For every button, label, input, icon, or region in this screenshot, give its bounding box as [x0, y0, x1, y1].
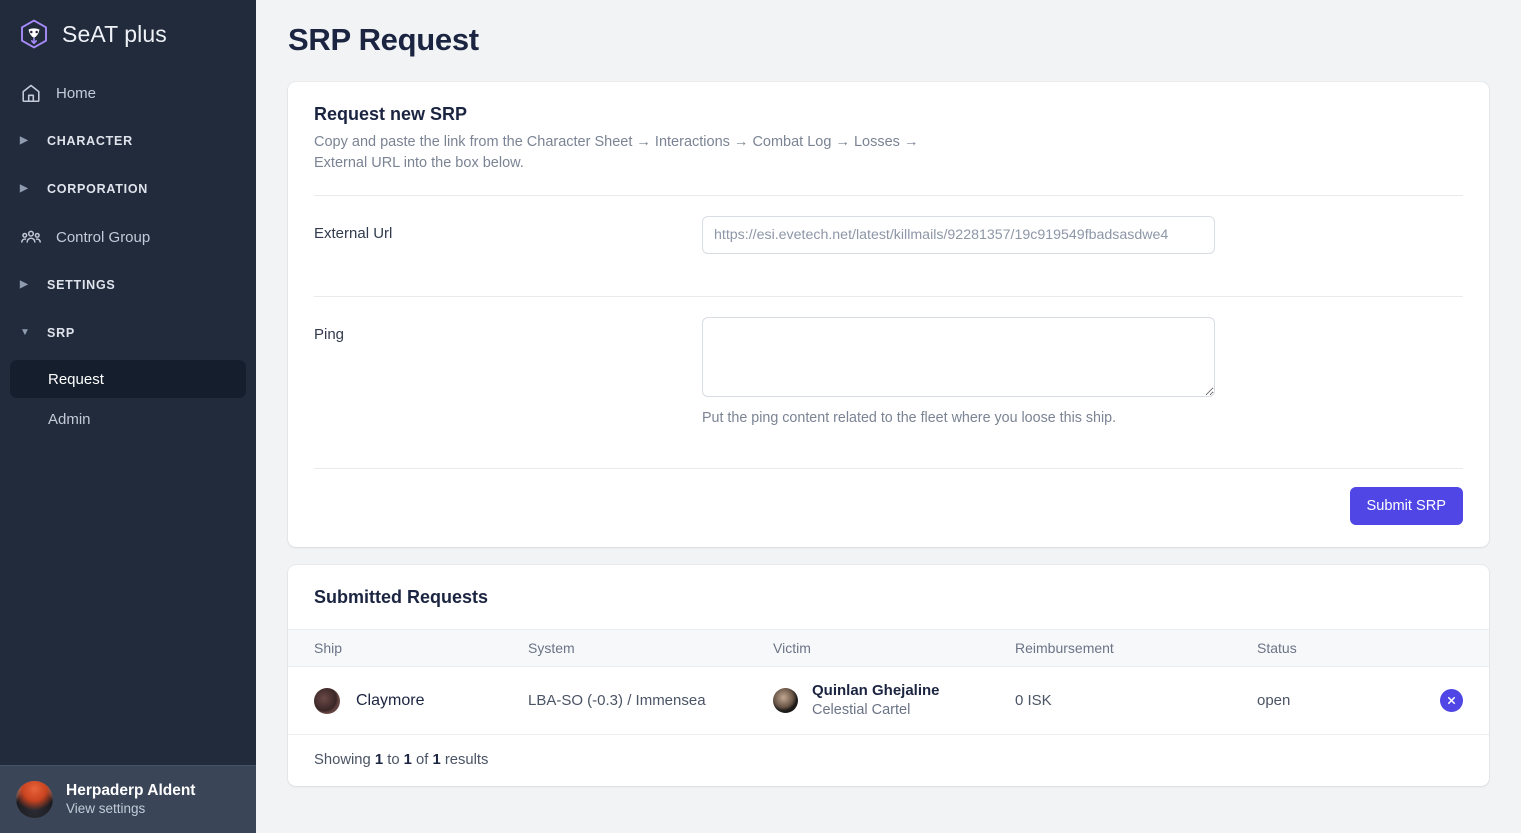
- column-header-ship: Ship: [288, 629, 528, 668]
- footer-from: 1: [374, 752, 384, 769]
- sidebar-item-label: Home: [56, 84, 97, 102]
- victim-name: Quinlan Ghejaline: [812, 682, 940, 700]
- sidebar-item-label: Admin: [48, 410, 91, 428]
- sidebar-item-srp[interactable]: ▼ SRP: [10, 312, 246, 354]
- brand-name: SeAT plus: [62, 20, 167, 47]
- cube-logo-icon: [21, 19, 47, 49]
- user-name: Herpaderp Aldent: [66, 782, 196, 800]
- page-title: SRP Request: [288, 22, 479, 57]
- table-footer: Showing 1 to 1 of 1 results: [288, 735, 1489, 786]
- submitted-requests-card: Submitted Requests Ship System Victim Re…: [288, 565, 1489, 787]
- sidebar-item-label: SRP: [47, 326, 75, 340]
- external-url-input[interactable]: [702, 216, 1215, 255]
- table-header: Ship System Victim Reimbursement Status: [288, 629, 1489, 668]
- card-title: Request new SRP: [314, 104, 468, 124]
- avatar: [16, 781, 53, 818]
- user-settings-link[interactable]: View settings: [66, 800, 195, 818]
- external-url-row: External Url: [314, 196, 1463, 274]
- sidebar-item-srp-admin[interactable]: Admin: [10, 400, 246, 438]
- sidebar: SeAT plus Home ▶ CHARACTER ▶ CORPORATION: [0, 0, 256, 833]
- cell-victim: Quinlan Ghejaline Celestial Cartel: [773, 666, 1015, 736]
- sidebar-item-label: Request: [48, 370, 104, 388]
- delete-request-button[interactable]: [1440, 689, 1463, 713]
- column-header-system: System: [528, 629, 773, 668]
- footer-to: 1: [403, 752, 412, 769]
- ping-textarea[interactable]: [702, 317, 1215, 398]
- sidebar-item-srp-request[interactable]: Request: [10, 360, 246, 398]
- brand-logo-link[interactable]: SeAT plus: [0, 0, 256, 66]
- request-new-srp-card: Request new SRP Copy and paste the link …: [288, 82, 1489, 548]
- sidebar-item-label: Control Group: [56, 228, 151, 246]
- sidebar-item-label: SETTINGS: [47, 278, 116, 292]
- footer-prefix: Showing: [314, 752, 375, 769]
- victim-avatar: [773, 688, 798, 714]
- caret-right-icon: ▶: [20, 279, 29, 290]
- ship-name: Claymore: [356, 691, 425, 709]
- users-group-icon: [21, 230, 41, 243]
- ping-label: Ping: [314, 326, 345, 344]
- footer-total: 1: [432, 752, 441, 769]
- ping-help-text: Put the ping content related to the flee…: [702, 410, 1117, 427]
- table-header-row: Ship System Victim Reimbursement Status: [288, 629, 1489, 668]
- sidebar-item-label: CORPORATION: [47, 182, 149, 196]
- caret-right-icon: ▶: [20, 135, 29, 146]
- sidebar-item-corporation[interactable]: ▶ CORPORATION: [10, 168, 246, 210]
- external-url-label: External Url: [314, 225, 393, 243]
- sidebar-item-control-group[interactable]: Control Group: [10, 216, 246, 258]
- cell-reimbursement: 0 ISK: [1015, 666, 1257, 736]
- column-header-reimbursement: Reimbursement: [1015, 629, 1257, 668]
- cell-system: LBA-SO (-0.3) / Immensea: [528, 666, 773, 736]
- submit-srp-button[interactable]: Submit SRP: [1349, 487, 1463, 526]
- column-header-victim: Victim: [773, 629, 1015, 668]
- caret-right-icon: ▶: [20, 183, 29, 194]
- footer-mid1: to: [383, 752, 404, 769]
- caret-down-icon: ▼: [20, 327, 31, 338]
- card-description: Copy and paste the link from the Charact…: [314, 134, 919, 171]
- sidebar-item-settings[interactable]: ▶ SETTINGS: [10, 264, 246, 306]
- submitted-requests-title: Submitted Requests: [314, 587, 489, 608]
- sidebar-item-home[interactable]: Home: [10, 72, 246, 114]
- column-header-actions: [1437, 629, 1489, 668]
- ping-row: Ping Put the ping content related to the…: [314, 297, 1463, 446]
- cell-status: open: [1257, 666, 1437, 736]
- column-header-status: Status: [1257, 629, 1437, 668]
- sidebar-user-panel[interactable]: Herpaderp Aldent View settings: [0, 765, 256, 833]
- sidebar-item-character[interactable]: ▶ CHARACTER: [10, 120, 246, 162]
- ship-thumbnail-icon: [314, 687, 340, 714]
- cell-actions: [1437, 666, 1489, 736]
- sidebar-item-label: CHARACTER: [47, 134, 133, 148]
- main-content: SRP Request Request new SRP Copy and pas…: [256, 0, 1521, 833]
- table-row: Claymore LBA-SO (-0.3) / Immensea Quinla…: [288, 666, 1489, 736]
- sidebar-nav: Home ▶ CHARACTER ▶ CORPORATION Control G…: [0, 66, 256, 765]
- submitted-requests-table: Ship System Victim Reimbursement Status …: [288, 629, 1489, 736]
- footer-suffix: results: [440, 752, 489, 769]
- table-body: Claymore LBA-SO (-0.3) / Immensea Quinla…: [288, 666, 1489, 736]
- home-icon: [22, 84, 40, 103]
- victim-corporation: Celestial Cartel: [812, 701, 911, 718]
- close-icon: [1447, 697, 1456, 705]
- footer-mid2: of: [411, 752, 433, 769]
- cell-ship: Claymore: [288, 666, 528, 736]
